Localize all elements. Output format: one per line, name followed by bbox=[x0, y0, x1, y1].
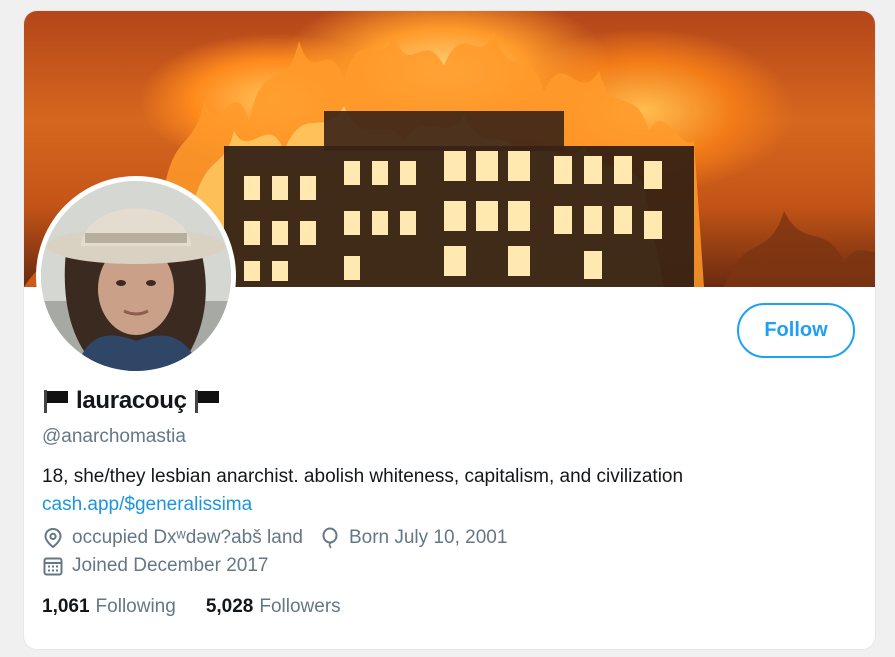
followers-stat[interactable]: 5,028 Followers bbox=[206, 596, 341, 618]
profile-card: Follow lauracouç @anarchomastia 18, she/… bbox=[23, 10, 876, 650]
following-count: 1,061 bbox=[42, 596, 90, 617]
following-label: Following bbox=[95, 596, 176, 617]
location-item: occupied Dxʷdəw?abš land bbox=[42, 527, 303, 549]
birthday-item: Born July 10, 2001 bbox=[319, 527, 507, 549]
balloon-icon bbox=[319, 527, 341, 549]
location-pin-icon bbox=[42, 527, 64, 549]
joined-text: Joined December 2017 bbox=[72, 555, 269, 576]
location-text: occupied Dxʷdəw?abš land bbox=[72, 527, 303, 548]
profile-bio: 18, she/they lesbian anarchist. abolish … bbox=[42, 466, 684, 487]
black-flag-icon bbox=[42, 388, 70, 414]
profile-avatar[interactable] bbox=[36, 176, 236, 376]
following-stat[interactable]: 1,061 Following bbox=[42, 596, 176, 618]
followers-label: Followers bbox=[259, 596, 341, 617]
follow-stats: 1,061 Following 5,028 Followers bbox=[42, 596, 341, 618]
avatar-photo bbox=[41, 181, 231, 371]
bio-link[interactable]: cash.app/$generalissima bbox=[42, 494, 252, 516]
joined-row: Joined December 2017 bbox=[42, 553, 284, 579]
display-name: lauracouç bbox=[76, 387, 187, 414]
profile-meta-row: occupied Dxʷdəw?abš land Born July 10, 2… bbox=[42, 525, 523, 551]
joined-item: Joined December 2017 bbox=[42, 555, 268, 577]
birthday-text: Born July 10, 2001 bbox=[348, 527, 508, 548]
calendar-icon bbox=[42, 555, 64, 577]
follow-button[interactable]: Follow bbox=[737, 303, 855, 358]
display-name-row: lauracouç bbox=[42, 385, 221, 417]
user-handle: @anarchomastia bbox=[42, 426, 186, 447]
black-flag-icon bbox=[193, 388, 221, 414]
followers-count: 5,028 bbox=[205, 596, 254, 617]
